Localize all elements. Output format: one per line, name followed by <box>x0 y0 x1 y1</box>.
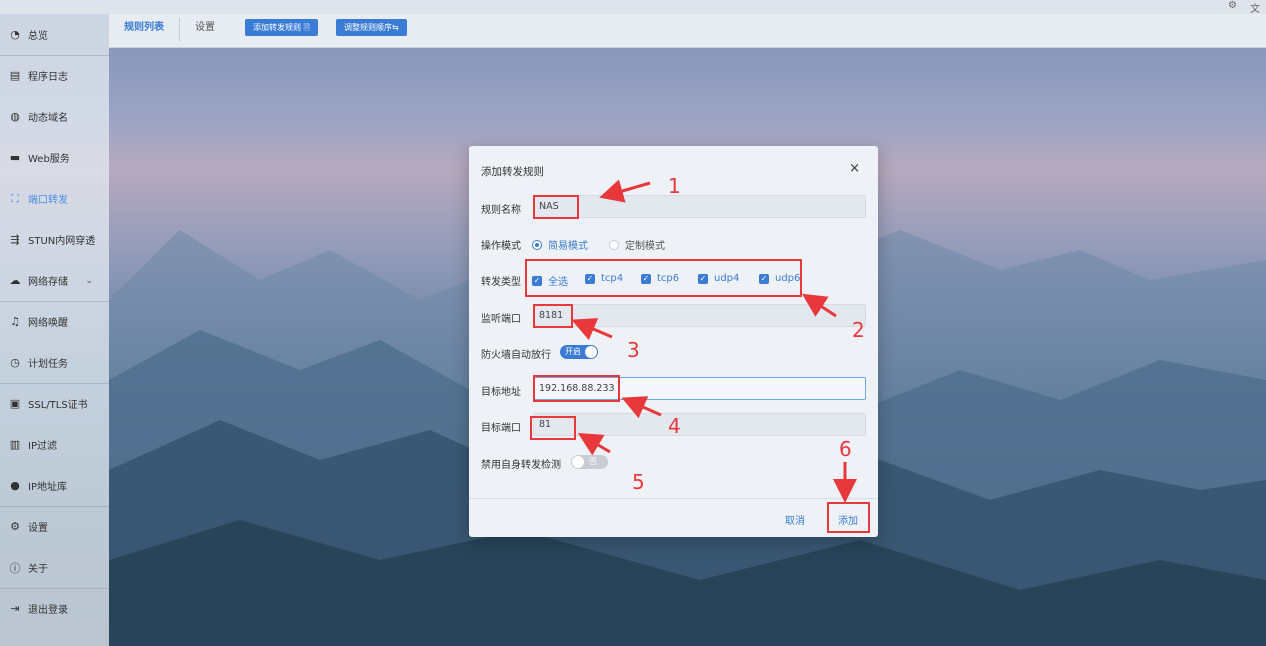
annotation-box-2 <box>525 259 802 297</box>
chevron-down-icon: ⌄ <box>85 275 93 286</box>
sidebar-item-logs[interactable]: ▤ 程序日志 <box>0 55 109 96</box>
info-icon: ⓘ <box>9 561 21 575</box>
sidebar-item-ddns[interactable]: ◍ 动态域名 <box>0 96 109 137</box>
cancel-button[interactable]: 取消 <box>785 512 805 527</box>
listen-port-input[interactable]: 8181 <box>533 304 866 327</box>
mode-custom-label: 定制模式 <box>625 241 665 252</box>
sidebar-item-tasks[interactable]: ◷ 计划任务 <box>0 342 109 383</box>
sidebar-item-overview[interactable]: ◔ 总览 <box>0 14 109 55</box>
sidebar-item-web[interactable]: ▬ Web服务 <box>0 137 109 178</box>
filter-icon: ▥ <box>9 438 21 451</box>
annotation-number-3: 3 <box>627 338 640 362</box>
target-port-label: 目标端口 <box>481 423 521 434</box>
sidebar-item-about[interactable]: ⓘ 关于 <box>0 547 109 588</box>
mode-custom-radio[interactable]: 定制模式 <box>609 237 665 252</box>
add-rule-dialog: 添加转发规则 × 规则名称 NAS 操作模式 简易模式 定制模式 转发类型 ✓ 全… <box>469 146 878 537</box>
user-icon: ● <box>10 479 20 492</box>
close-icon[interactable]: × <box>849 161 860 176</box>
sidebar-item-label: 退出登录 <box>28 605 68 616</box>
dialog-footer-divider <box>469 498 878 499</box>
sidebar-item-ip-filter[interactable]: ▥ IP过滤 <box>0 424 109 465</box>
sidebar: ◔ 总览 ▤ 程序日志 ◍ 动态域名 ▬ Web服务 ⛶ 端口转发 ⇶ STUN内网穿透 ☁… <box>0 14 109 646</box>
disable-self-check-label: 禁用自身转发检测 <box>481 460 561 471</box>
sidebar-item-label: 关于 <box>28 564 48 575</box>
sidebar-item-stun[interactable]: ⇶ STUN内网穿透 <box>0 219 109 260</box>
annotation-box-4 <box>533 375 620 402</box>
toggle-text: 开启 <box>565 347 581 356</box>
sidebar-item-label: IP地址库 <box>28 482 67 493</box>
sidebar-item-ssl[interactable]: ▣ SSL/TLS证书 <box>0 383 109 424</box>
gear-icon[interactable]: ⚙ <box>1228 0 1237 11</box>
settings-icon: ⚙ <box>10 520 20 533</box>
sidebar-item-label: Web服务 <box>28 154 70 165</box>
web-icon: ▬ <box>9 151 21 164</box>
annotation-number-6: 6 <box>839 437 852 461</box>
dialog-title: 添加转发规则 <box>481 166 544 178</box>
add-rule-button[interactable]: 添加转发规则 🗎 <box>245 19 318 36</box>
sidebar-item-ip-db[interactable]: ● IP地址库 <box>0 465 109 506</box>
target-port-input[interactable]: 81 <box>533 413 866 436</box>
sidebar-item-label: 网络存储 <box>28 277 68 288</box>
sidebar-item-label: 总览 <box>28 31 48 42</box>
tab-rule-list[interactable]: 规则列表 <box>109 14 179 42</box>
sidebar-item-label: 设置 <box>28 523 48 534</box>
mode-label: 操作模式 <box>481 241 521 252</box>
sidebar-item-settings[interactable]: ⚙ 设置 <box>0 506 109 547</box>
cloud-icon: ☁ <box>9 274 21 287</box>
sidebar-item-label: SSL/TLS证书 <box>28 400 88 411</box>
firewall-label: 防火墙自动放行 <box>481 350 551 361</box>
disable-self-check-toggle[interactable]: 否 <box>571 455 608 469</box>
rule-name-label: 规则名称 <box>481 205 521 216</box>
bell-icon: ♫ <box>10 315 20 328</box>
annotation-box-3 <box>533 304 573 328</box>
sidebar-item-label: IP过滤 <box>28 441 57 452</box>
certificate-icon: ▣ <box>9 397 21 410</box>
globe-icon: ◍ <box>10 110 20 123</box>
dashboard-icon: ◔ <box>10 28 20 41</box>
sidebar-item-wol[interactable]: ♫ 网络唤醒 <box>0 301 109 342</box>
translate-icon[interactable]: 文 <box>1250 0 1260 15</box>
annotation-number-4: 4 <box>668 414 681 438</box>
sidebar-item-label: 计划任务 <box>28 359 68 370</box>
annotation-number-1: 1 <box>668 174 681 198</box>
toggle-text: 否 <box>589 457 597 466</box>
logout-icon: ⇥ <box>10 602 20 615</box>
sidebar-item-label: 端口转发 <box>28 195 68 206</box>
clock-icon: ◷ <box>10 356 20 369</box>
sidebar-item-logout[interactable]: ⇥ 退出登录 <box>0 588 109 629</box>
mode-simple-label: 简易模式 <box>548 241 588 252</box>
port-forward-icon: ⛶ <box>11 191 19 205</box>
mode-simple-radio[interactable]: 简易模式 <box>532 237 588 252</box>
rule-name-input[interactable]: NAS <box>533 195 866 218</box>
reorder-rules-button[interactable]: 调整规则顺序⇆ <box>336 19 407 36</box>
sidebar-item-label: 动态域名 <box>28 113 68 124</box>
annotation-box-5 <box>530 416 576 440</box>
forward-type-label: 转发类型 <box>481 277 521 288</box>
tab-bar: 规则列表 设置 添加转发规则 🗎 调整规则顺序⇆ <box>109 14 1266 48</box>
target-address-label: 目标地址 <box>481 387 521 398</box>
firewall-toggle[interactable]: 开启 <box>560 345 598 359</box>
tab-settings[interactable]: 设置 <box>180 14 230 42</box>
annotation-box-6 <box>827 502 870 533</box>
listen-port-label: 监听端口 <box>481 314 521 325</box>
annotation-number-2: 2 <box>852 318 865 342</box>
stun-icon: ⇶ <box>10 233 20 246</box>
top-strip: ⚙ 文 <box>0 0 1266 15</box>
sidebar-item-label: 程序日志 <box>28 72 68 83</box>
annotation-number-5: 5 <box>632 470 645 494</box>
log-icon: ▤ <box>9 69 21 82</box>
sidebar-item-port-forward[interactable]: ⛶ 端口转发 <box>0 178 109 219</box>
sidebar-item-label: 网络唤醒 <box>28 318 68 329</box>
sidebar-item-label: STUN内网穿透 <box>28 236 96 247</box>
annotation-box-1 <box>533 195 579 219</box>
sidebar-item-storage[interactable]: ☁ 网络存储 ⌄ <box>0 260 109 301</box>
